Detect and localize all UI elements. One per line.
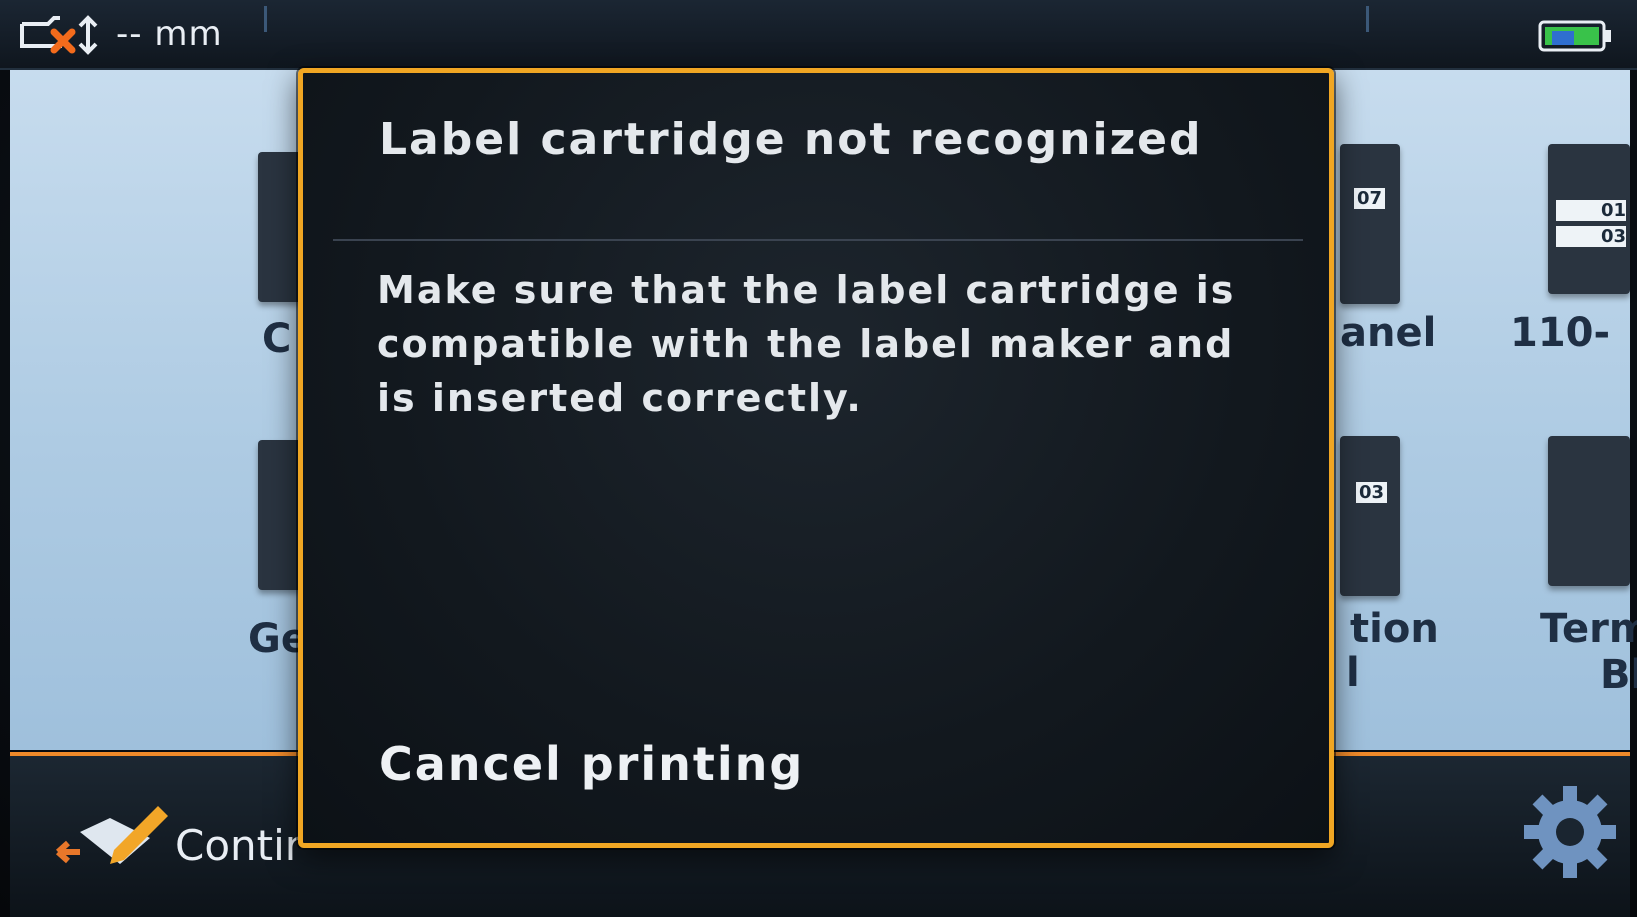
app-tile-110[interactable]: 01 03 [1548, 144, 1630, 294]
battery-charging-icon [1538, 20, 1611, 52]
app-tile-terminal-block[interactable] [1548, 436, 1630, 586]
app-tile-panel[interactable]: 07 [1340, 144, 1400, 304]
tile-badge: 01 [1556, 200, 1626, 221]
status-divider [1366, 6, 1369, 32]
tile-badge: 03 [1356, 482, 1388, 503]
error-dialog: Label cartridge not recognized Make sure… [298, 68, 1334, 848]
status-bar: -- mm [0, 0, 1637, 70]
app-tile-label: tion [1350, 606, 1439, 652]
dialog-title: Label cartridge not recognized [379, 114, 1203, 165]
continue-editing-button[interactable]: Contir [175, 821, 302, 870]
app-tile-label: 110- [1510, 310, 1611, 356]
app-tile-label: anel [1340, 310, 1437, 356]
edit-label-icon[interactable] [50, 796, 170, 886]
app-tile-identification[interactable]: 03 [1340, 436, 1400, 596]
app-tile[interactable] [258, 440, 302, 590]
cancel-printing-button[interactable]: Cancel printing [379, 737, 804, 791]
app-tile-label: l [1346, 650, 1360, 696]
tile-badge: 03 [1556, 226, 1626, 247]
gear-icon[interactable] [1520, 782, 1620, 882]
device-screen: -- mm C Ge 07 anel 01 03 110- 03 tion l … [0, 0, 1637, 917]
label-size-readout: -- mm [116, 14, 223, 54]
label-cartridge-error-icon [20, 15, 98, 55]
app-tile-label: Bl [1600, 652, 1637, 698]
tile-badge: 07 [1354, 188, 1386, 209]
status-divider [264, 6, 267, 32]
app-tile-label: Term [1540, 606, 1637, 652]
dialog-message: Make sure that the label cartridge is co… [377, 268, 1236, 420]
dialog-divider [333, 239, 1303, 241]
app-tile-label: C [262, 316, 292, 362]
app-tile[interactable] [258, 152, 302, 302]
